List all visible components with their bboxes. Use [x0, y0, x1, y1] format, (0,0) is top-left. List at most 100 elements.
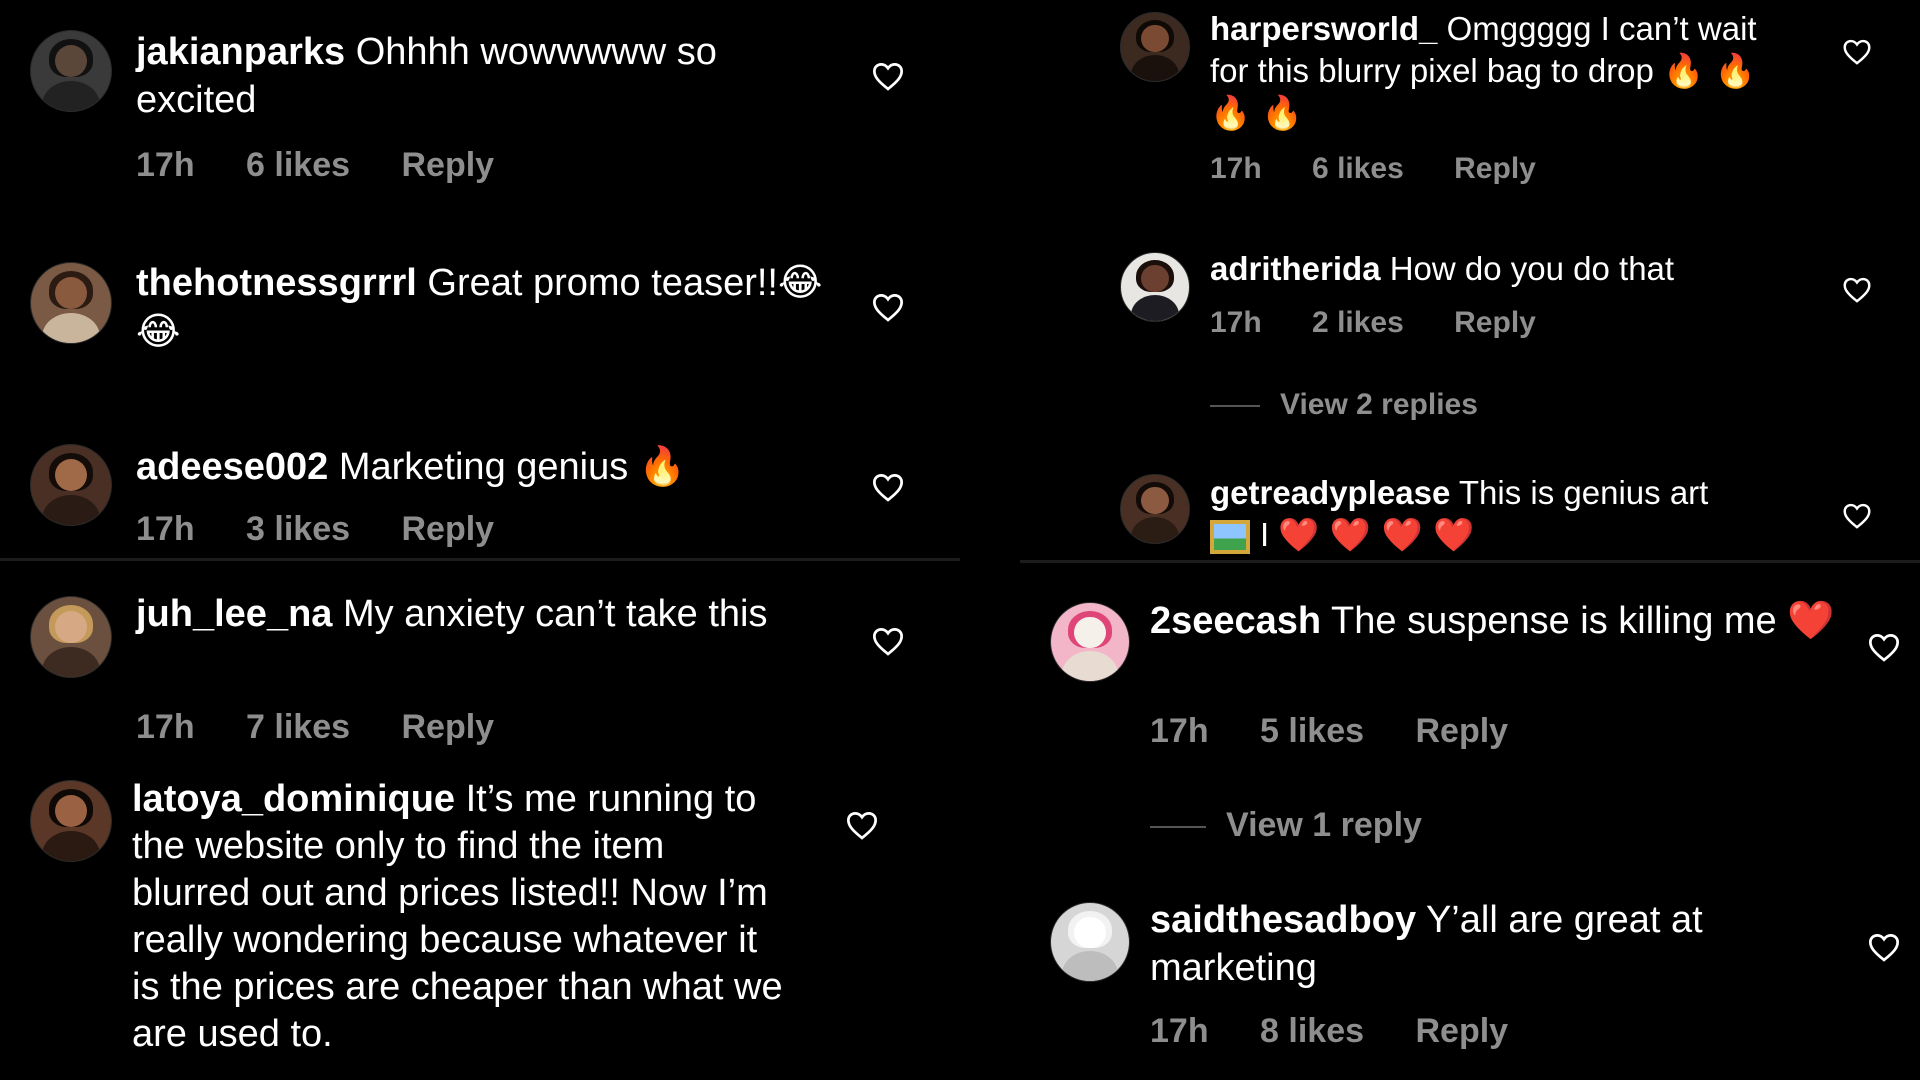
heart-outline-icon[interactable] [871, 626, 905, 656]
comment-item: latoya_dominique It’s me running to the … [0, 762, 960, 1080]
comment-likes[interactable]: 2 likes [1312, 306, 1404, 339]
comment-likes[interactable]: 7 likes [246, 708, 350, 746]
avatar[interactable] [30, 444, 112, 526]
comment-text: harpersworld_ Omggggg I can’t wait for t… [1210, 8, 1800, 134]
avatar[interactable] [1120, 252, 1190, 322]
view-replies-label: View 2 replies [1280, 388, 1478, 421]
thread-line [1150, 826, 1206, 829]
comment-item: thehotnessgrrrl Great promo teaser!!😂 😂 [0, 230, 960, 400]
avatar[interactable] [1050, 902, 1130, 982]
comment-likes[interactable]: 3 likes [246, 510, 350, 548]
comment-text: adritherida How do you do that [1210, 248, 1810, 290]
avatar[interactable] [1120, 12, 1190, 82]
comment-username[interactable]: latoya_dominique [132, 778, 455, 820]
comment-likes[interactable]: 8 likes [1260, 1012, 1364, 1050]
comment-meta: 17h 7 likes Reply [136, 708, 536, 747]
comment-item: adritherida How do you do that 17h 2 lik… [1020, 240, 1920, 440]
comment-body-extra: I [1260, 516, 1270, 553]
comment-time: 17h [136, 146, 195, 184]
comments-panel-bottom-left: juh_lee_na My anxiety can’t take this 17… [0, 562, 960, 1080]
comment-time: 17h [136, 708, 195, 746]
comment-likes[interactable]: 6 likes [246, 146, 350, 184]
comment-text: latoya_dominique It’s me running to the … [132, 776, 792, 1058]
comment-text: jakianparks Ohhhh wowwwww so excited [136, 28, 826, 124]
avatar[interactable] [1120, 474, 1190, 544]
comment-text: adeese002 Marketing genius 🔥 [136, 442, 826, 491]
comment-meta: 17h 6 likes Reply [136, 146, 536, 185]
comment-time: 17h [1150, 712, 1209, 750]
heart-outline-icon[interactable] [1842, 502, 1872, 529]
comment-body: The suspense is killing me [1331, 600, 1777, 642]
comment-username[interactable]: jakianparks [136, 31, 345, 73]
red-heart-emoji: ❤️ [1787, 598, 1835, 642]
comment-meta: 17h 8 likes Reply [1150, 1012, 1550, 1051]
comment-item: 2seecash The suspense is killing me ❤️ 1… [1020, 566, 1920, 866]
comment-body: Great promo teaser!! [427, 262, 778, 304]
thread-line [1210, 405, 1260, 408]
heart-outline-icon[interactable] [871, 61, 905, 91]
red-heart-emoji: ❤️ ❤️ ❤️ ❤️ [1278, 515, 1475, 554]
comment-username[interactable]: 2seecash [1150, 600, 1321, 642]
comment-text: saidthesadboy Y’all are great at marketi… [1150, 896, 1850, 992]
comment-meta: 17h 2 likes Reply [1210, 306, 1578, 340]
comment-meta: 17h 5 likes Reply [1150, 712, 1550, 751]
comment-likes[interactable]: 6 likes [1312, 152, 1404, 185]
comment-text: juh_lee_na My anxiety can’t take this [136, 590, 826, 638]
view-replies-button[interactable]: View 1 reply [1150, 806, 1422, 845]
comment-username[interactable]: getreadyplease [1210, 474, 1450, 511]
comment-text: getreadyplease This is genius art I ❤️ ❤… [1210, 472, 1810, 556]
reply-button[interactable]: Reply [1454, 306, 1536, 339]
avatar[interactable] [30, 30, 112, 112]
heart-outline-icon[interactable] [1867, 932, 1901, 962]
comments-panel-top-left: jakianparks Ohhhh wowwwww so excited 17h… [0, 0, 960, 558]
comment-text: 2seecash The suspense is killing me ❤️ [1150, 596, 1850, 645]
comment-body: My anxiety can’t take this [342, 593, 768, 635]
comment-time: 17h [1210, 306, 1262, 339]
reply-button[interactable]: Reply [1415, 712, 1508, 750]
heart-outline-icon[interactable] [871, 292, 905, 322]
comment-item: saidthesadboy Y’all are great at marketi… [1020, 866, 1920, 1080]
comments-panel-top-right: harpersworld_ Omggggg I can’t wait for t… [1020, 0, 1920, 560]
avatar[interactable] [30, 596, 112, 678]
comment-meta: 17h 6 likes Reply [1210, 152, 1578, 186]
comment-username[interactable]: juh_lee_na [136, 593, 332, 635]
comment-text: thehotnessgrrrl Great promo teaser!!😂 😂 [136, 258, 826, 356]
comments-panel-bottom-right: 2seecash The suspense is killing me ❤️ 1… [1020, 566, 1920, 1080]
comment-item: jakianparks Ohhhh wowwwww so excited 17h… [0, 0, 960, 200]
comment-username[interactable]: harpersworld_ [1210, 10, 1437, 47]
section-divider [0, 558, 960, 561]
heart-outline-icon[interactable] [1867, 632, 1901, 662]
reply-button[interactable]: Reply [401, 510, 494, 548]
comment-username[interactable]: thehotnessgrrrl [136, 262, 417, 304]
comment-body: How do you do that [1389, 250, 1675, 287]
comment-item: juh_lee_na My anxiety can’t take this 17… [0, 562, 960, 762]
comment-username[interactable]: adritherida [1210, 250, 1381, 287]
reply-button[interactable]: Reply [1415, 1012, 1508, 1050]
avatar[interactable] [30, 780, 112, 862]
comment-username[interactable]: saidthesadboy [1150, 899, 1416, 941]
avatar[interactable] [30, 262, 112, 344]
comment-item: harpersworld_ Omggggg I can’t wait for t… [1020, 0, 1920, 200]
fire-emoji: 🔥 [638, 444, 687, 488]
comment-time: 17h [1210, 152, 1262, 185]
comment-likes[interactable]: 5 likes [1260, 712, 1364, 750]
view-replies-label: View 1 reply [1226, 806, 1422, 844]
avatar[interactable] [1050, 602, 1130, 682]
comment-body: Marketing genius [338, 446, 629, 488]
reply-button[interactable]: Reply [1454, 152, 1536, 185]
heart-outline-icon[interactable] [871, 472, 905, 502]
reply-button[interactable]: Reply [401, 146, 494, 184]
section-divider [1020, 560, 1920, 563]
heart-outline-icon[interactable] [1842, 38, 1872, 65]
framed-picture-emoji [1210, 520, 1250, 555]
comment-item: getreadyplease This is genius art I ❤️ ❤… [1020, 462, 1920, 560]
comment-time: 17h [1150, 1012, 1209, 1050]
comment-body: This is genius art [1458, 474, 1709, 511]
comment-username[interactable]: adeese002 [136, 446, 328, 488]
reply-button[interactable]: Reply [401, 708, 494, 746]
heart-outline-icon[interactable] [845, 810, 879, 840]
comment-time: 17h [136, 510, 195, 548]
view-replies-button[interactable]: View 2 replies [1210, 388, 1478, 422]
comment-item: adeese002 Marketing genius 🔥 17h 3 likes… [0, 420, 960, 558]
heart-outline-icon[interactable] [1842, 276, 1872, 303]
